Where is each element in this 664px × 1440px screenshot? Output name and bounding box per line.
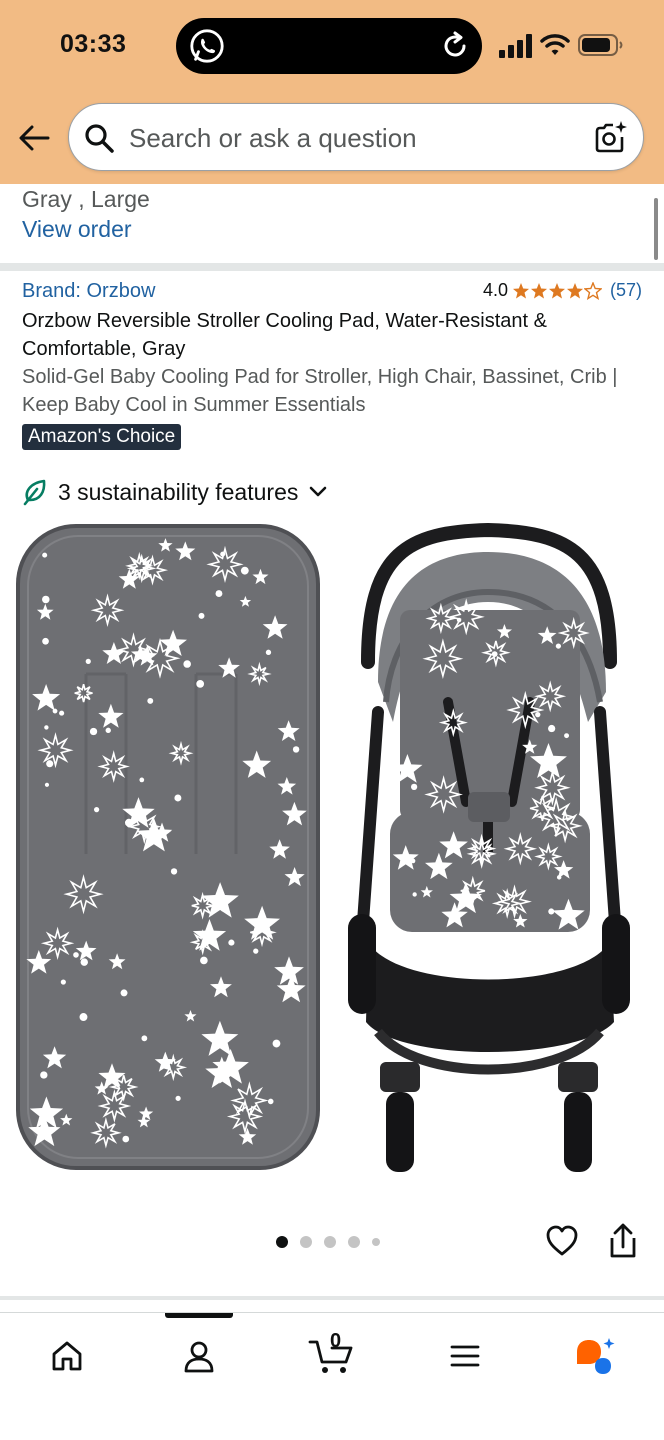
scrollbar-thumb[interactable] bbox=[654, 198, 658, 260]
brand-link[interactable]: Brand: Orzbow bbox=[22, 280, 155, 303]
refresh-icon bbox=[444, 31, 466, 57]
sustainability-features[interactable]: 3 sustainability features bbox=[22, 478, 328, 506]
status-time: 03:33 bbox=[60, 30, 127, 58]
rufus-icon bbox=[577, 1338, 615, 1374]
star-filled-icon bbox=[530, 282, 547, 298]
menu-icon bbox=[450, 1345, 480, 1367]
gallery-dot[interactable] bbox=[324, 1236, 336, 1248]
account-icon bbox=[184, 1341, 214, 1373]
product-image-gallery[interactable] bbox=[0, 520, 664, 1200]
camera-search-icon[interactable] bbox=[593, 120, 629, 156]
wifi-icon bbox=[540, 34, 570, 55]
product-title[interactable]: Orzbow Reversible Stroller Cooling Pad, … bbox=[22, 307, 642, 363]
stroller-with-pad-image[interactable] bbox=[338, 522, 638, 1182]
search-input[interactable] bbox=[127, 118, 577, 158]
star-filled-icon bbox=[548, 282, 565, 298]
nav-menu[interactable] bbox=[440, 1335, 490, 1377]
active-tab-indicator bbox=[165, 1313, 233, 1318]
search-icon bbox=[85, 124, 114, 153]
rating-summary[interactable]: 4.0 (57) bbox=[483, 280, 642, 301]
cooling-pad-image[interactable] bbox=[16, 524, 320, 1170]
whatsapp-icon bbox=[190, 29, 224, 63]
top-header: 03:33 bbox=[0, 0, 664, 184]
view-order-link[interactable]: View order bbox=[22, 216, 132, 243]
gallery-pagination bbox=[276, 1236, 380, 1248]
share-icon[interactable] bbox=[606, 1223, 640, 1259]
gallery-dot[interactable] bbox=[348, 1236, 360, 1248]
nav-account[interactable] bbox=[174, 1335, 224, 1377]
home-icon bbox=[52, 1341, 82, 1371]
gallery-dot[interactable] bbox=[372, 1238, 380, 1246]
gallery-dot[interactable] bbox=[300, 1236, 312, 1248]
chevron-down-icon bbox=[310, 486, 327, 497]
sustainability-label: 3 sustainability features bbox=[58, 478, 299, 505]
section-divider bbox=[0, 1296, 664, 1300]
star-filled-icon bbox=[512, 282, 529, 298]
section-divider bbox=[0, 263, 664, 271]
star-filled-icon bbox=[566, 282, 583, 298]
cart-count-badge: 0 bbox=[330, 1330, 342, 1352]
back-arrow-icon[interactable] bbox=[16, 120, 52, 156]
leaf-icon bbox=[23, 479, 46, 506]
nav-home[interactable] bbox=[42, 1335, 92, 1377]
battery-icon bbox=[578, 34, 623, 56]
nav-rufus[interactable] bbox=[570, 1335, 620, 1377]
star-empty-icon bbox=[583, 281, 602, 300]
cellular-signal-icon bbox=[499, 34, 532, 58]
rating-value: 4.0 bbox=[482, 280, 508, 300]
dynamic-island bbox=[176, 18, 482, 74]
order-notice: Gray , Large View order bbox=[0, 184, 664, 264]
search-bar[interactable] bbox=[68, 103, 644, 171]
ordered-variant: Gray , Large bbox=[22, 186, 150, 212]
amazons-choice-badge[interactable]: Amazon's Choice bbox=[22, 424, 182, 450]
rating-count[interactable]: (57) bbox=[610, 280, 642, 301]
heart-icon[interactable] bbox=[545, 1224, 579, 1258]
gallery-dot[interactable] bbox=[276, 1236, 288, 1248]
star-rating bbox=[512, 281, 602, 300]
product-subtitle: Solid-Gel Baby Cooling Pad for Stroller,… bbox=[22, 366, 618, 416]
